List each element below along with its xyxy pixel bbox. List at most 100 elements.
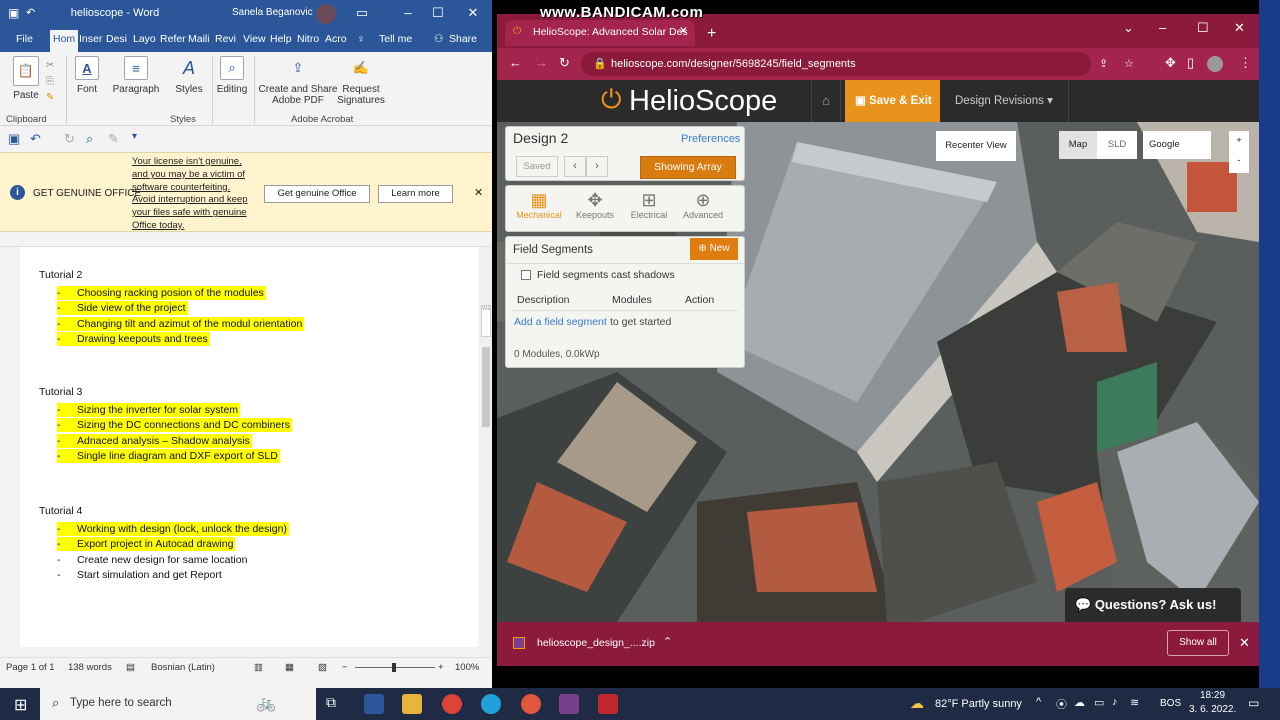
tab-file[interactable]: File bbox=[16, 33, 33, 45]
avatar[interactable] bbox=[316, 4, 336, 24]
account-name[interactable]: Sanela Beganovic bbox=[232, 7, 313, 18]
map-type-sld-button[interactable]: SLD bbox=[1097, 131, 1137, 159]
home-icon[interactable]: ⌂ bbox=[811, 80, 841, 122]
vertical-scrollbar[interactable]: Wa bbox=[480, 247, 492, 657]
tab-view[interactable]: View bbox=[243, 33, 266, 45]
tab-help[interactable]: Help bbox=[270, 33, 292, 45]
vertical-ruler[interactable] bbox=[0, 247, 18, 657]
zoom-out-icon[interactable]: − bbox=[342, 662, 348, 673]
electrical-tool[interactable]: ⊞ Electrical bbox=[624, 190, 674, 220]
reload-icon[interactable]: ↻ bbox=[559, 55, 570, 71]
save-icon[interactable]: ▣ bbox=[8, 131, 20, 147]
design-name[interactable]: Design 2 bbox=[513, 130, 568, 146]
recenter-view-button[interactable]: Recenter View bbox=[936, 131, 1016, 161]
weather-text[interactable]: 82°F Partly sunny bbox=[935, 698, 1022, 710]
task-view-icon[interactable]: ⧉ bbox=[326, 694, 336, 711]
lightbulb-icon[interactable]: ♀ bbox=[357, 33, 365, 45]
chevron-right-icon[interactable]: › bbox=[586, 156, 608, 177]
tab-home[interactable]: Hom bbox=[50, 30, 79, 52]
chevron-left-icon[interactable]: ‹ bbox=[564, 156, 586, 177]
zoom-level[interactable]: 100% bbox=[455, 662, 479, 673]
show-all-button[interactable]: Show all bbox=[1167, 630, 1229, 656]
maximize-icon[interactable]: ☐ bbox=[1197, 20, 1209, 36]
zoom-in-icon[interactable]: + bbox=[438, 662, 444, 673]
styles-button[interactable]: A Styles bbox=[172, 56, 206, 96]
horizontal-ruler[interactable] bbox=[0, 233, 492, 247]
ribbon-display-icon[interactable]: ▭ bbox=[352, 5, 372, 21]
browser-tab[interactable]: ⏻ HelioScope: Advanced Solar Des ✕ bbox=[505, 20, 695, 46]
helioscope-logo[interactable]: HelioScope bbox=[629, 85, 777, 118]
get-genuine-office-button[interactable]: Get genuine Office bbox=[264, 185, 370, 203]
download-filename[interactable]: helioscope_design_....zip bbox=[537, 637, 655, 649]
add-field-segment-link[interactable]: Add a field segment bbox=[514, 316, 607, 328]
mechanical-tool[interactable]: ▦ Mechanical bbox=[514, 190, 564, 220]
tab-insert[interactable]: Inser bbox=[79, 33, 102, 45]
side-panel-icon[interactable]: ▯ bbox=[1187, 55, 1194, 71]
redo-icon[interactable]: ↻ bbox=[64, 131, 75, 147]
language-label[interactable]: Bosnian (Latin) bbox=[151, 662, 215, 673]
read-mode-icon[interactable]: ▥ bbox=[254, 662, 263, 673]
undo-icon[interactable]: ↶ bbox=[30, 131, 41, 147]
maximize-icon[interactable]: ☐ bbox=[428, 5, 448, 21]
tab-references[interactable]: Refer bbox=[160, 33, 186, 45]
request-signatures-button[interactable]: ✍ Request Signatures bbox=[334, 56, 388, 106]
advanced-tool[interactable]: ⊕ Advanced bbox=[678, 190, 728, 220]
clock-date[interactable]: 3. 6. 2022. bbox=[1189, 704, 1236, 715]
tab-layout[interactable]: Layo bbox=[133, 33, 156, 45]
network-icon[interactable]: ▭ bbox=[1094, 696, 1104, 709]
tab-mailings[interactable]: Maili bbox=[188, 33, 210, 45]
share-button[interactable]: Share bbox=[449, 33, 477, 45]
winrar-icon[interactable] bbox=[559, 694, 579, 714]
extensions-icon[interactable]: ✥ bbox=[1165, 55, 1176, 71]
notifications-icon[interactable]: ▭ bbox=[1248, 696, 1259, 710]
input-language[interactable]: BOS bbox=[1160, 698, 1181, 709]
chrome-active-icon[interactable] bbox=[521, 694, 541, 714]
cloud-icon[interactable]: ☁ bbox=[1074, 696, 1085, 709]
web-layout-icon[interactable]: ▧ bbox=[318, 662, 327, 673]
zoom-out-button[interactable]: - bbox=[1229, 151, 1249, 171]
bookmark-icon[interactable]: ☆ bbox=[1124, 52, 1134, 76]
print-preview-icon[interactable]: ⌕ bbox=[86, 131, 93, 147]
map-provider-select[interactable]: Google bbox=[1143, 131, 1211, 159]
profile-avatar[interactable] bbox=[1207, 56, 1223, 72]
font-button[interactable]: A Font bbox=[70, 56, 104, 95]
word-taskbar-icon[interactable] bbox=[364, 694, 384, 714]
save-exit-button[interactable]: ▣ Save & Exit bbox=[845, 80, 940, 122]
copy-icon[interactable]: ⎘ bbox=[46, 76, 54, 87]
document-page[interactable]: Tutorial 2 - Choosing racking posion of t… bbox=[20, 247, 478, 647]
map-type-map-button[interactable]: Map bbox=[1059, 131, 1097, 159]
tab-acrobat[interactable]: Acro bbox=[325, 33, 347, 45]
print-layout-icon[interactable]: ▦ bbox=[285, 662, 294, 673]
file-explorer-icon[interactable] bbox=[402, 694, 422, 714]
volume-icon[interactable]: ♪ bbox=[1112, 696, 1118, 708]
saved-button[interactable]: Saved bbox=[516, 156, 558, 177]
scroll-thumb[interactable] bbox=[482, 347, 490, 427]
close-icon[interactable]: ✕ bbox=[1234, 20, 1245, 36]
cut-icon[interactable]: ✂ bbox=[46, 60, 54, 71]
menu-icon[interactable]: ⋮ bbox=[1239, 55, 1252, 71]
close-icon[interactable]: ✕ bbox=[1239, 635, 1250, 651]
paragraph-button[interactable]: ≡ Paragraph bbox=[112, 56, 160, 95]
design-revisions-menu[interactable]: Design Revisions ▾ bbox=[943, 80, 1069, 122]
close-icon[interactable]: ✕ bbox=[463, 5, 483, 21]
webcam-icon[interactable]: ⦿ bbox=[1056, 696, 1067, 712]
word-count[interactable]: 138 words bbox=[68, 662, 112, 673]
chrome-taskbar-icon[interactable] bbox=[442, 694, 462, 714]
learn-more-button[interactable]: Learn more bbox=[378, 185, 453, 203]
search-box[interactable]: ⌕ Type here to search 🚲 bbox=[40, 688, 316, 720]
share-icon[interactable]: ⚇ bbox=[434, 33, 443, 45]
customize-qat-icon[interactable]: ▾ bbox=[132, 131, 137, 142]
tray-expand-icon[interactable]: ^ bbox=[1036, 696, 1041, 708]
back-icon[interactable]: ← bbox=[509, 55, 522, 70]
chevron-up-icon[interactable]: ⌃ bbox=[663, 635, 672, 648]
new-tab-icon[interactable]: + bbox=[707, 25, 716, 43]
wifi-icon[interactable]: ≋ bbox=[1130, 696, 1139, 709]
tab-review[interactable]: Revi bbox=[215, 33, 236, 45]
minimize-icon[interactable]: – bbox=[1159, 20, 1166, 35]
forward-icon[interactable]: → bbox=[535, 55, 548, 70]
autocad-icon[interactable] bbox=[598, 694, 618, 714]
chevron-down-icon[interactable]: ⌄ bbox=[1123, 20, 1134, 36]
editing-button[interactable]: ⌕ Editing bbox=[214, 56, 250, 95]
new-field-segment-button[interactable]: ⊕ New bbox=[690, 238, 738, 260]
page-count[interactable]: Page 1 of 1 bbox=[6, 662, 55, 673]
